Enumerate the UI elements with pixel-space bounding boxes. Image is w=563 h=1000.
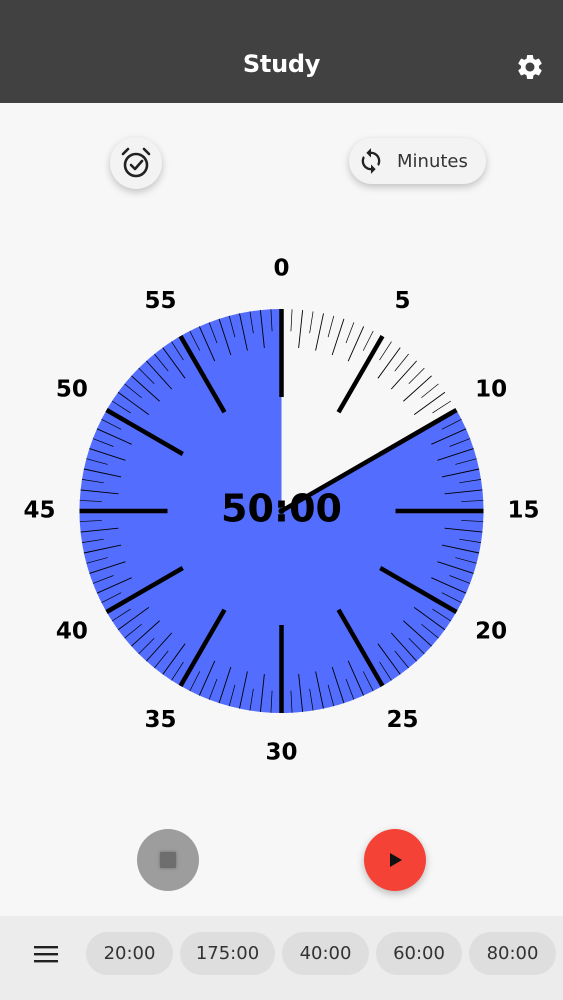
page-title: Study [242,50,321,78]
minor-tick [345,322,355,344]
minor-tick [432,400,452,414]
stop-icon [160,852,176,868]
minor-tick [298,310,304,348]
preset-button[interactable]: 175:00 [180,932,275,975]
minor-tick [362,330,374,351]
mode-label: Minutes [397,150,468,172]
minor-tick [379,341,392,361]
major-tick [336,334,385,414]
dial-label: 20 [475,619,507,645]
preset-button[interactable]: 60:00 [376,932,462,975]
dial-svg: 0555045403530252015105 50:00 [23,256,539,766]
dial-label: 15 [507,498,539,524]
settings-button[interactable] [513,50,547,84]
mode-toggle-button[interactable]: Minutes [349,138,486,184]
preset-button[interactable]: 80:00 [469,932,556,975]
bottom-bar: 20:00 175:00 40:00 60:00 80:00 [0,916,563,1000]
preset-button[interactable]: 20:00 [86,932,173,975]
minor-tick [315,313,324,351]
play-button[interactable] [364,829,426,891]
dial-label: 55 [144,288,176,314]
alarm-button[interactable] [110,137,162,189]
dial-label: 45 [23,498,55,524]
minor-tick [421,383,439,398]
dial-label: 50 [56,377,88,403]
minor-tick [394,353,409,372]
app-bar: Study [0,0,563,103]
play-icon [390,853,402,867]
timer-dial[interactable]: 0555045403530252015105 50:00 [0,240,563,780]
dial-label: 25 [386,707,418,733]
sync-icon [357,147,385,175]
gear-icon [518,54,542,79]
minor-tick [327,315,335,338]
minor-tick [309,311,314,334]
dial-label: 10 [475,377,507,403]
dial-label: 30 [265,740,297,766]
dial-label: 0 [273,256,289,282]
minor-tick [290,309,293,332]
stop-button[interactable] [137,829,199,891]
alarm-check-icon [121,147,151,178]
menu-button[interactable] [28,938,64,970]
minor-tick [413,391,446,415]
dial-label: 35 [144,707,176,733]
minor-tick [403,375,432,402]
minor-tick [408,367,425,384]
preset-button[interactable]: 40:00 [282,932,369,975]
dial-label: 5 [394,288,410,314]
dial-label: 40 [56,619,88,645]
hand-pivot [278,508,285,514]
minor-tick [377,347,401,379]
minor-tick [331,318,345,356]
menu-icon [34,946,58,963]
minor-tick [390,360,417,390]
